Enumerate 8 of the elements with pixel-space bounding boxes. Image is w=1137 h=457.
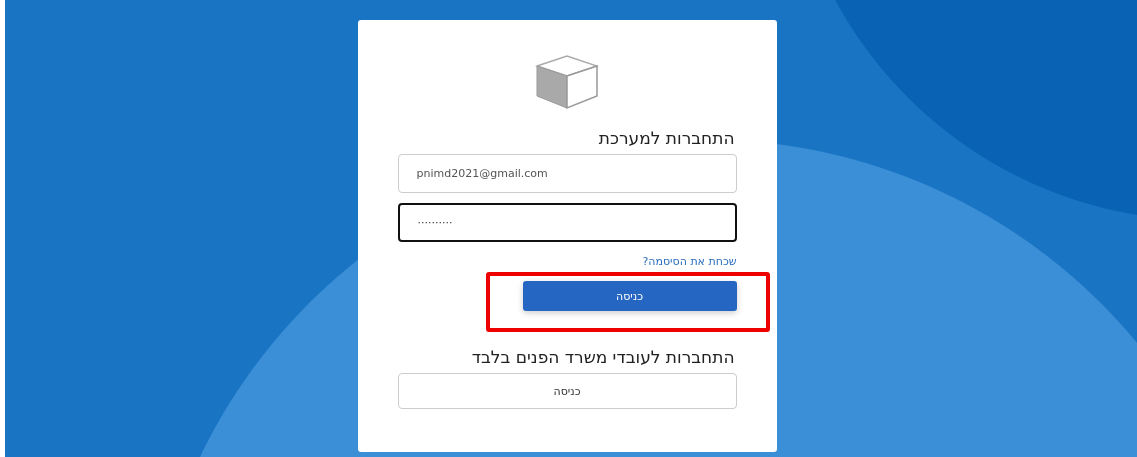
email-field[interactable]: pnimd2021@gmail.com bbox=[397, 154, 737, 193]
employee-login-button[interactable]: כניסה bbox=[397, 373, 737, 409]
employees-login-title: התחברות לעובדי משרד הפנים בלבד bbox=[470, 347, 736, 367]
cube-icon bbox=[535, 54, 599, 110]
forgot-password-link[interactable]: שכחת את הסיסמה? bbox=[642, 255, 737, 268]
login-title: התחברות למערכת bbox=[597, 128, 736, 148]
login-button[interactable]: כניסה bbox=[522, 281, 737, 311]
password-field[interactable]: ·········· bbox=[397, 203, 737, 242]
